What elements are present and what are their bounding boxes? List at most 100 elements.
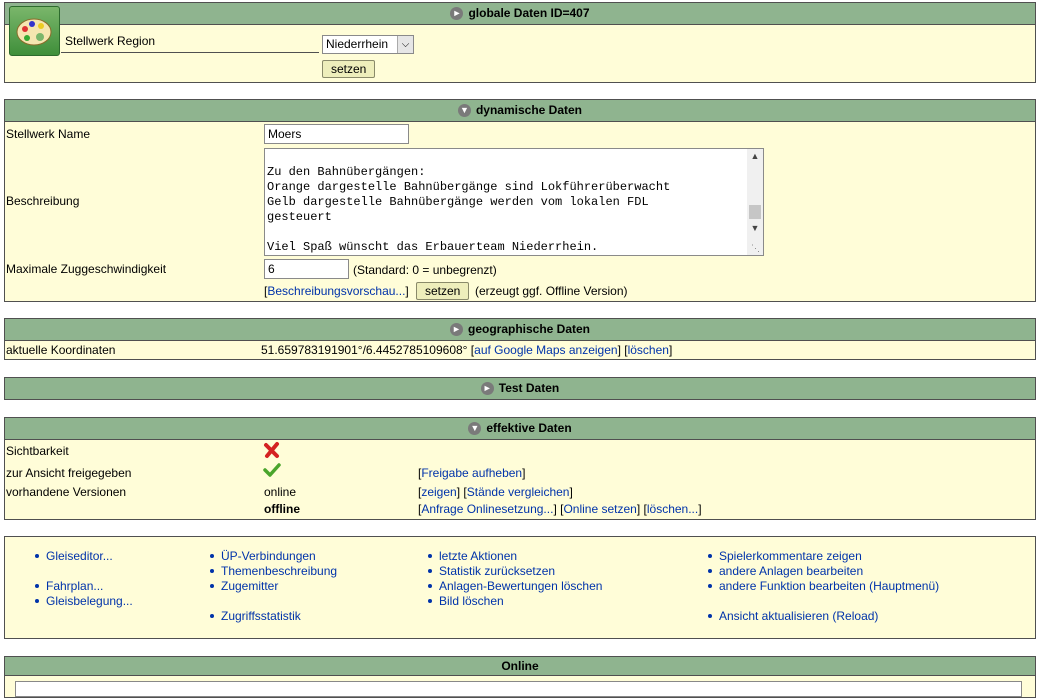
menu-column-1: Gleiseditor... Fahrplan... Gleisbelegung…: [35, 549, 133, 609]
offline-version-label: offline: [264, 502, 300, 516]
zeigen-link[interactable]: zeigen: [421, 485, 456, 499]
scroll-down-icon[interactable]: ▼: [747, 221, 763, 235]
vmax-hint: (Standard: 0 = unbegrenzt): [353, 263, 497, 277]
region-select[interactable]: Niederrhein ⌵: [322, 35, 414, 54]
red-cross-icon: [263, 441, 281, 462]
koordinaten-loeschen-link[interactable]: löschen: [628, 343, 669, 357]
online-content-frame: [15, 681, 1022, 697]
beschreibungsvorschau-link[interactable]: Beschreibungsvorschau...: [267, 284, 405, 298]
test-daten-title: Test Daten: [498, 381, 560, 395]
menu-gap: [708, 594, 939, 609]
statistik-zuruecksetzen-link[interactable]: Statistik zurücksetzen: [439, 564, 555, 578]
expand-arrow-icon[interactable]: ►: [449, 323, 463, 336]
koordinaten-value: 51.659783191901°/6.4452785109608°: [261, 343, 468, 357]
versionen-label: vorhandene Versionen: [6, 485, 127, 499]
menu-item[interactable]: Anlagen-Bewertungen löschen: [428, 579, 602, 594]
staende-vergleichen-link[interactable]: Stände vergleichen: [467, 485, 570, 499]
scroll-up-icon[interactable]: ▲: [747, 149, 763, 163]
region-label: Stellwerk Region: [65, 34, 156, 48]
expand-arrow-icon[interactable]: ►: [450, 7, 464, 20]
menu-item[interactable]: andere Anlagen bearbeiten: [708, 564, 939, 579]
globale-daten-header[interactable]: ► globale Daten ID=407: [5, 3, 1035, 25]
collapse-arrow-icon[interactable]: ▼: [457, 104, 471, 117]
collapse-arrow-icon[interactable]: ▼: [468, 422, 482, 435]
spielerkommentare-link[interactable]: Spielerkommentare zeigen: [719, 549, 862, 563]
gleisbelegung-link[interactable]: Gleisbelegung...: [46, 594, 133, 608]
andere-anlagen-link[interactable]: andere Anlagen bearbeiten: [719, 564, 863, 578]
bracket-close: ]: [405, 284, 409, 298]
bewertungen-loeschen-link[interactable]: Anlagen-Bewertungen löschen: [439, 579, 602, 593]
anfrage-onlinesetzung-link[interactable]: Anfrage Onlinesetzung...: [421, 502, 553, 516]
dynamische-daten-panel: ▼ dynamische Daten Stellwerk Name Beschre…: [4, 99, 1036, 302]
menu-gap: [35, 564, 133, 579]
geo-daten-header[interactable]: ► geographische Daten: [5, 319, 1035, 341]
stellwerk-name-label: Stellwerk Name: [6, 127, 91, 141]
dynamische-daten-header[interactable]: ▼ dynamische Daten: [5, 100, 1035, 122]
globale-daten-panel: ► globale Daten ID=407 Stellwerk Region N…: [4, 2, 1036, 83]
chevron-down-icon[interactable]: ⌵: [397, 36, 413, 53]
menu-item[interactable]: Zugriffsstatistik: [210, 609, 337, 624]
test-daten-header[interactable]: ► Test Daten: [5, 378, 1035, 399]
test-daten-panel: ► Test Daten: [4, 377, 1036, 400]
version-loeschen-link[interactable]: löschen...: [647, 502, 698, 516]
online-panel: Online: [4, 656, 1036, 698]
effektive-daten-panel: ▼ effektive Daten Sichtbarkeit zur Ansich…: [4, 417, 1036, 520]
menu-item[interactable]: Ansicht aktualisieren (Reload): [708, 609, 939, 624]
expand-arrow-icon[interactable]: ►: [480, 382, 494, 395]
effektive-daten-header[interactable]: ▼ effektive Daten: [5, 418, 1035, 440]
textarea-scrollbar[interactable]: ▲ ▼ ⋱: [747, 149, 763, 255]
vmax-input[interactable]: [264, 259, 349, 279]
letzte-aktionen-link[interactable]: letzte Aktionen: [439, 549, 517, 563]
menu-column-2: ÜP-Verbindungen Themenbeschreibung Zugem…: [210, 549, 337, 624]
resize-grip-icon[interactable]: ⋱: [751, 243, 760, 254]
region-submit-button[interactable]: setzen: [322, 60, 376, 78]
online-version-label: online: [264, 485, 297, 499]
freigabe-aufheben-wrap: [Freigabe aufheben]: [418, 466, 526, 480]
reload-link[interactable]: Ansicht aktualisieren (Reload): [719, 609, 878, 623]
menu-item[interactable]: Fahrplan...: [35, 579, 133, 594]
menu-item[interactable]: andere Funktion bearbeiten (Hauptmenü): [708, 579, 939, 594]
dynamisch-submit-button[interactable]: setzen: [416, 282, 470, 300]
stellwerk-name-input[interactable]: [264, 124, 409, 144]
vmax-label: Maximale Zuggeschwindigkeit: [6, 262, 167, 276]
themenbeschreibung-link[interactable]: Themenbeschreibung: [221, 564, 337, 578]
freigabe-aufheben-link[interactable]: Freigabe aufheben: [421, 466, 522, 480]
menu-item[interactable]: Gleisbelegung...: [35, 594, 133, 609]
paint-palette-icon: [9, 6, 60, 56]
menu-item[interactable]: ÜP-Verbindungen: [210, 549, 337, 564]
menu-panel: Gleiseditor... Fahrplan... Gleisbelegung…: [4, 536, 1036, 639]
online-header[interactable]: Online: [5, 657, 1035, 676]
menu-item[interactable]: Spielerkommentare zeigen: [708, 549, 939, 564]
beschreibung-label: Beschreibung: [6, 194, 80, 208]
green-check-icon: [263, 462, 281, 481]
gleiseditor-link[interactable]: Gleiseditor...: [46, 549, 113, 563]
beschreibung-text: Zu den Bahnübergängen: Orange dargestell…: [267, 165, 671, 254]
online-setzen-link[interactable]: Online setzen: [563, 502, 636, 516]
beschreibung-textarea[interactable]: Zu den Bahnübergängen: Orange dargestell…: [264, 148, 764, 256]
geo-daten-title: geographische Daten: [467, 322, 591, 336]
menu-column-3: letzte Aktionen Statistik zurücksetzen A…: [428, 549, 602, 609]
menu-column-4: Spielerkommentare zeigen andere Anlagen …: [708, 549, 939, 624]
up-verbindungen-link[interactable]: ÜP-Verbindungen: [221, 549, 316, 563]
effektive-daten-title: effektive Daten: [486, 421, 572, 435]
freigabe-label: zur Ansicht freigegeben: [6, 466, 132, 480]
zugemitter-link[interactable]: Zugemitter: [221, 579, 278, 593]
zugriffsstatistik-link[interactable]: Zugriffsstatistik: [221, 609, 301, 623]
scroll-thumb[interactable]: [749, 205, 761, 219]
globale-daten-title: globale Daten ID=407: [468, 6, 590, 20]
preview-link-wrap: [Beschreibungsvorschau...]: [264, 284, 409, 298]
offline-hint: (erzeugt ggf. Offline Version): [475, 284, 628, 298]
online-title: Online: [501, 659, 539, 673]
menu-item[interactable]: Gleiseditor...: [35, 549, 133, 564]
menu-item[interactable]: Statistik zurücksetzen: [428, 564, 602, 579]
geo-daten-panel: ► geographische Daten aktuelle Koordinate…: [4, 318, 1036, 360]
menu-item[interactable]: Zugemitter: [210, 579, 337, 594]
hauptmenue-link[interactable]: andere Funktion bearbeiten (Hauptmenü): [719, 579, 939, 593]
menu-item[interactable]: letzte Aktionen: [428, 549, 602, 564]
menu-item[interactable]: Bild löschen: [428, 594, 602, 609]
online-version-links: [zeigen] [Stände vergleichen]: [418, 485, 573, 499]
google-maps-link[interactable]: auf Google Maps anzeigen: [474, 343, 617, 357]
bild-loeschen-link[interactable]: Bild löschen: [439, 594, 504, 608]
fahrplan-link[interactable]: Fahrplan...: [46, 579, 103, 593]
menu-item[interactable]: Themenbeschreibung: [210, 564, 337, 579]
